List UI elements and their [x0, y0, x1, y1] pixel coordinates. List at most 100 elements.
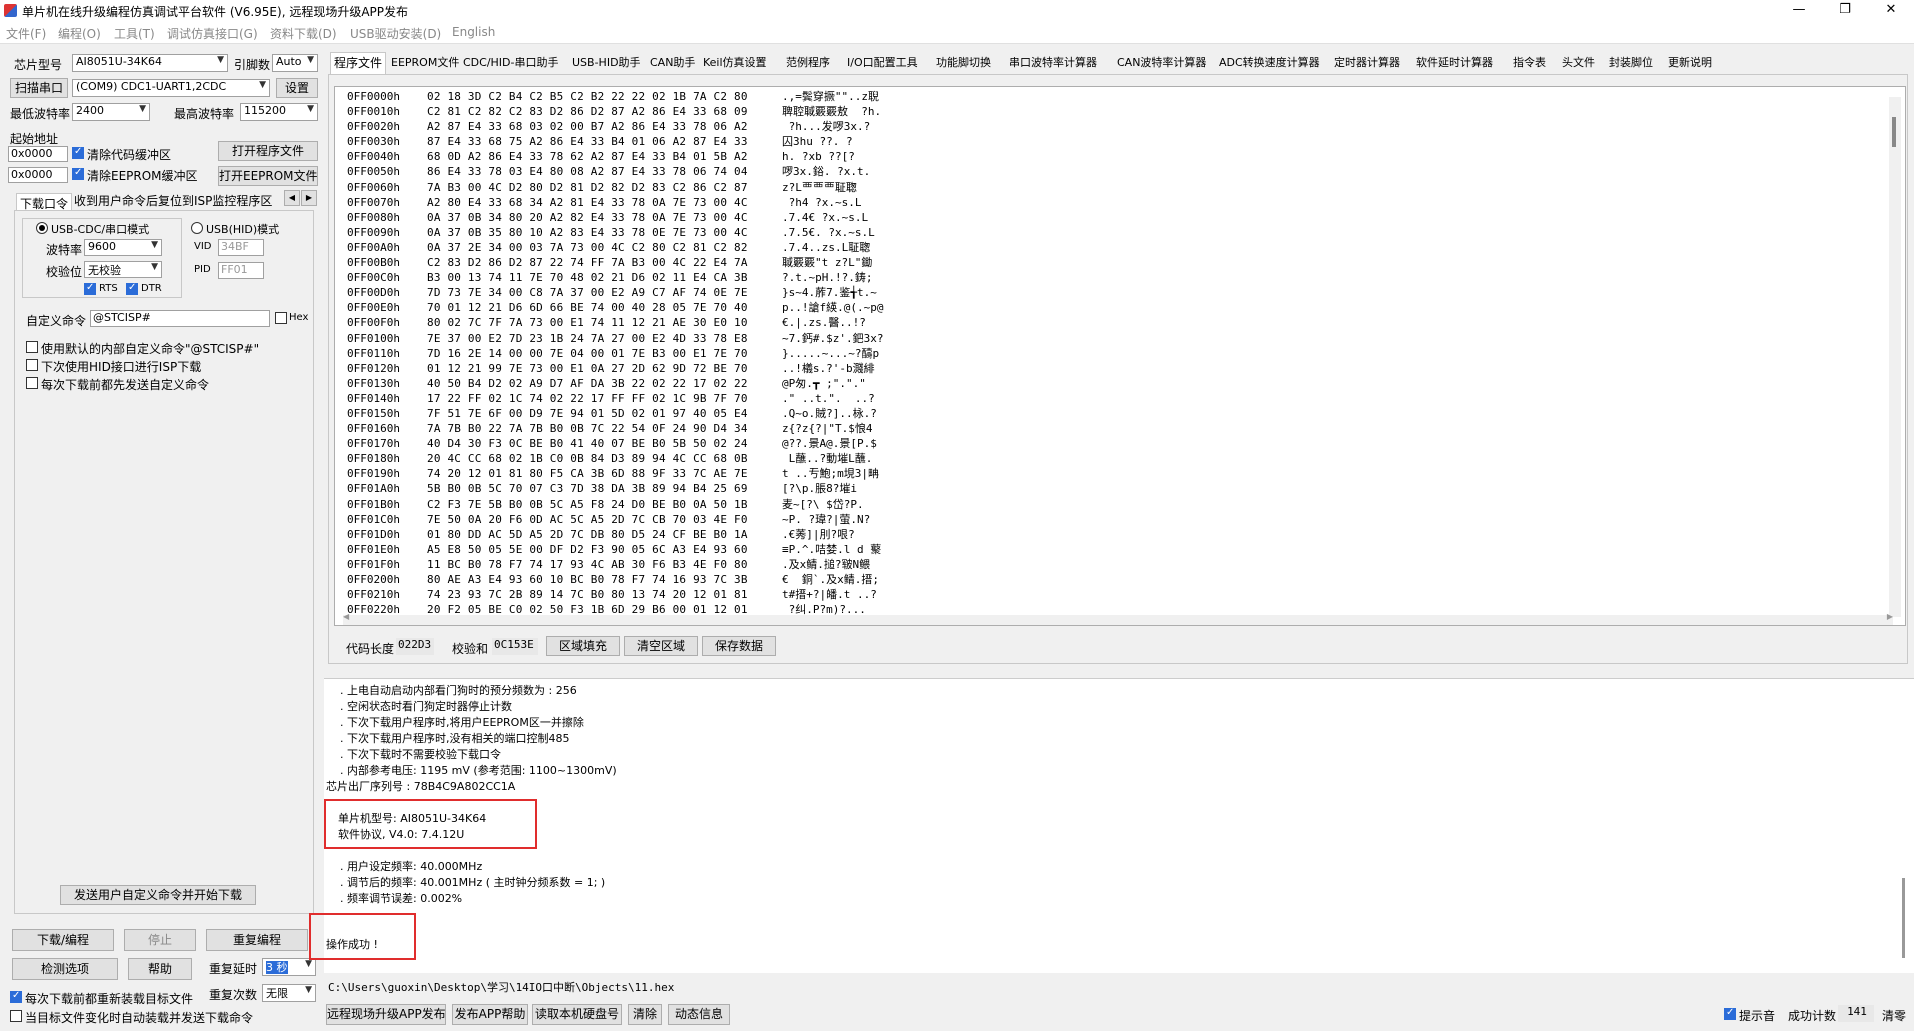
hex-row[interactable]: 0FF0100h 7E 37 00 E2 7D 23 1B 24 7A 27 00… — [347, 331, 1847, 346]
hex-row[interactable]: 0FF01C0h 7E 50 0A 20 F6 0D AC 5C A5 2D 7C… — [347, 512, 1847, 527]
tab-program-file[interactable]: 程序文件 — [330, 52, 387, 74]
hex-row[interactable]: 0FF0060h 7A B3 00 4C D2 80 D2 81 D2 82 D2… — [347, 180, 1847, 195]
menu-debug[interactable]: 调试仿真接口(G) — [167, 25, 258, 42]
tab-instruction-table[interactable]: 指令表 — [1513, 53, 1546, 75]
tab-usb-hid[interactable]: USB-HID助手 — [572, 53, 641, 75]
hex-row[interactable]: 0FF01F0h 11 BC B0 78 F7 74 17 93 4C AB 30… — [347, 557, 1847, 572]
baud-select[interactable]: 9600 ▼ — [84, 239, 162, 256]
hex-row[interactable]: 0FF0180h 20 4C CC 68 02 1B C0 0B 84 D3 89… — [347, 451, 1847, 466]
menu-file[interactable]: 文件(F) — [6, 25, 46, 42]
open-program-button[interactable]: 打开程序文件 — [218, 141, 318, 161]
usb-cdc-radio[interactable] — [36, 222, 48, 234]
reload-checkbox[interactable] — [10, 990, 22, 1003]
hex-row[interactable]: 0FF0190h 74 20 12 01 81 80 F5 CA 3B 6D 88… — [347, 466, 1847, 481]
hex-row[interactable]: 0FF0010h C2 81 C2 82 C2 83 D2 86 D2 87 A2… — [347, 104, 1847, 119]
hex-hscrollbar[interactable]: ◀ ▶ — [343, 612, 1893, 625]
hex-row[interactable]: 0FF0200h 80 AE A3 E4 93 60 10 BC B0 78 F7… — [347, 572, 1847, 587]
sound-checkbox[interactable] — [1724, 1007, 1736, 1020]
pin-select[interactable]: Auto ▼ — [272, 54, 318, 72]
tab-release-notes[interactable]: 更新说明 — [1668, 53, 1712, 75]
maximize-button[interactable]: ❐ — [1822, 0, 1868, 22]
log-vscroll-thumb[interactable] — [1902, 878, 1905, 958]
hex-row[interactable]: 0FF0120h 01 12 21 99 7E 73 00 E1 0A 27 2D… — [347, 361, 1847, 376]
hex-row[interactable]: 0FF01D0h 01 80 DD AC 5D A5 2D 7C DB 80 D5… — [347, 527, 1847, 542]
addr2-input[interactable]: 0x0000 — [8, 167, 68, 183]
clear-log-button[interactable]: 清除 — [628, 1004, 662, 1025]
hex-viewer[interactable]: 0FF0000h 02 18 3D C2 B4 C2 B5 C2 B2 22 22… — [334, 86, 1906, 626]
hex-row[interactable]: 0FF0160h 7A 7B B0 22 7A 7B B0 0B 7C 22 54… — [347, 421, 1847, 436]
hex-row[interactable]: 0FF0210h 74 23 93 7C 2B 89 14 7C B0 80 13… — [347, 587, 1847, 602]
tab-header-file[interactable]: 头文件 — [1562, 53, 1595, 75]
hex-row[interactable]: 0FF00D0h 7D 73 7E 34 00 C8 7A 37 00 E2 A9… — [347, 285, 1847, 300]
hex-row[interactable]: 0FF00E0h 70 01 12 21 D6 6D 66 BE 74 00 40… — [347, 300, 1847, 315]
max-baud-select[interactable]: 115200 ▼ — [240, 103, 318, 121]
publish-help-button[interactable]: 发布APP帮助 — [452, 1004, 528, 1025]
opt-default-cmd-checkbox[interactable] — [26, 341, 38, 353]
hex-vscroll-thumb[interactable] — [1892, 117, 1896, 147]
tab-keil-sim[interactable]: Keil仿真设置 — [703, 53, 767, 75]
stop-button[interactable]: 停止 — [124, 929, 196, 951]
clear-region-button[interactable]: 清空区域 — [624, 636, 698, 656]
auto-reload-checkbox[interactable] — [10, 1010, 22, 1022]
hex-row[interactable]: 0FF01E0h A5 E8 50 05 5E 00 DF D2 F3 90 05… — [347, 542, 1847, 557]
hex-row[interactable]: 0FF0070h A2 80 E4 33 68 34 A2 81 E4 33 78… — [347, 195, 1847, 210]
tab-io-config[interactable]: I/O口配置工具 — [847, 53, 918, 75]
hex-row[interactable]: 0FF01B0h C2 F3 7E 5B B0 0B 5C A5 F8 24 D0… — [347, 497, 1847, 512]
hex-row[interactable]: 0FF0030h 87 E4 33 68 75 A2 86 E4 33 B4 01… — [347, 134, 1847, 149]
menu-usb-driver[interactable]: USB驱动安装(D) — [350, 25, 441, 42]
repeat-count-select[interactable]: 无限 ▼ — [262, 984, 316, 1002]
tab-adc-calc[interactable]: ADC转换速度计算器 — [1219, 53, 1320, 75]
menu-program[interactable]: 编程(O) — [58, 25, 101, 42]
tab-timer-calc[interactable]: 定时器计算器 — [1334, 53, 1400, 75]
opt-hid-checkbox[interactable] — [26, 359, 38, 371]
custom-cmd-input[interactable]: @STCISP# — [90, 310, 270, 327]
dtr-checkbox[interactable] — [126, 282, 138, 295]
tab-package-pins[interactable]: 封装脚位 — [1609, 53, 1653, 75]
hex-row[interactable]: 0FF0090h 0A 37 0B 35 80 10 A2 83 E4 33 78… — [347, 225, 1847, 240]
hex-row[interactable]: 0FF01A0h 5B B0 0B 5C 70 07 C3 7D 38 DA 3B… — [347, 481, 1847, 496]
addr1-input[interactable]: 0x0000 — [8, 146, 68, 162]
scroll-left-icon[interactable]: ◀ — [343, 612, 349, 621]
hex-row[interactable]: 0FF00C0h B3 00 13 74 11 7E 70 48 02 21 D6… — [347, 270, 1847, 285]
tab-can[interactable]: CAN助手 — [650, 53, 695, 75]
settings-button[interactable]: 设置 — [276, 78, 318, 98]
tab-uart-baud-calc[interactable]: 串口波特率计算器 — [1009, 53, 1097, 75]
fill-region-button[interactable]: 区域填充 — [546, 636, 620, 656]
vid-input[interactable]: 34BF — [218, 239, 264, 256]
read-disk-button[interactable]: 读取本机硬盘号 — [532, 1004, 622, 1025]
close-button[interactable]: ✕ — [1868, 0, 1914, 22]
menu-tools[interactable]: 工具(T) — [114, 25, 155, 42]
hex-row[interactable]: 0FF0150h 7F 51 7E 6F 00 D9 7E 94 01 5D 02… — [347, 406, 1847, 421]
hex-row[interactable]: 0FF00A0h 0A 37 2E 34 00 03 7A 73 00 4C C2… — [347, 240, 1847, 255]
hex-row[interactable]: 0FF0170h 40 D4 30 F3 0C BE B0 41 40 07 BE… — [347, 436, 1847, 451]
scan-port-button[interactable]: 扫描串口 — [10, 78, 68, 98]
parity-select[interactable]: 无校验 ▼ — [84, 261, 162, 278]
hex-checkbox[interactable] — [275, 312, 287, 324]
tab-can-baud-calc[interactable]: CAN波特率计算器 — [1117, 53, 1206, 75]
help-button[interactable]: 帮助 — [128, 958, 192, 980]
tab-scroll-right-icon[interactable]: ▶ — [301, 190, 317, 206]
dynamic-info-button[interactable]: 动态信息 — [668, 1004, 730, 1025]
hex-row[interactable]: 0FF0130h 40 50 B4 D2 02 A9 D7 AF DA 3B 22… — [347, 376, 1847, 391]
rts-checkbox[interactable] — [84, 282, 96, 295]
hex-row[interactable]: 0FF0050h 86 E4 33 78 03 E4 80 08 A2 87 E4… — [347, 164, 1847, 179]
hex-row[interactable]: 0FF00B0h C2 83 D2 86 D2 87 22 74 FF 7A B3… — [347, 255, 1847, 270]
tab-cdc-hid-serial[interactable]: CDC/HID-串口助手 — [463, 53, 559, 75]
hex-vscrollbar[interactable] — [1889, 97, 1901, 617]
download-program-button[interactable]: 下载/编程 — [12, 929, 114, 951]
clear-code-checkbox[interactable] — [72, 146, 84, 159]
tab-reset-isp[interactable]: 收到用户命令后复位到ISP监控程序区 — [74, 192, 272, 209]
scroll-right-icon[interactable]: ▶ — [1887, 612, 1893, 621]
min-baud-select[interactable]: 2400 ▼ — [72, 103, 150, 121]
minimize-button[interactable]: — — [1776, 0, 1822, 22]
chip-select[interactable]: AI8051U-34K64 ▼ — [72, 54, 228, 72]
usb-hid-radio[interactable] — [191, 222, 203, 234]
pid-input[interactable]: FF01 — [218, 262, 264, 279]
menu-downloads[interactable]: 资料下载(D) — [270, 25, 337, 42]
send-cmd-download-button[interactable]: 发送用户自定义命令并开始下载 — [60, 885, 256, 905]
remote-upgrade-button[interactable]: 远程现场升级APP发布 — [326, 1004, 446, 1025]
opt-send-cmd-checkbox[interactable] — [26, 377, 38, 389]
hex-row[interactable]: 0FF0080h 0A 37 0B 34 80 20 A2 82 E4 33 78… — [347, 210, 1847, 225]
tab-pin-switch[interactable]: 功能脚切换 — [936, 53, 991, 75]
clear-eeprom-checkbox[interactable] — [72, 167, 84, 180]
